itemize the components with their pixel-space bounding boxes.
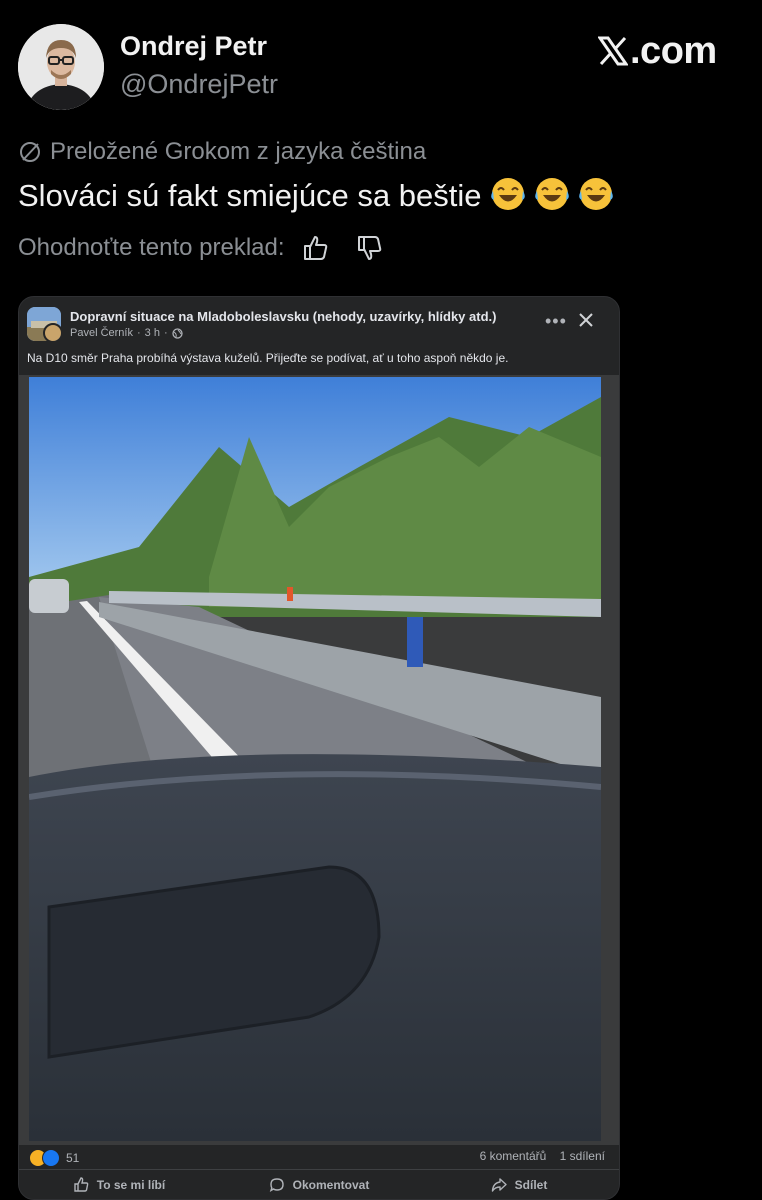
share-button[interactable]: Sdílet (419, 1170, 619, 1199)
post-photo[interactable] (19, 375, 619, 1145)
post-meta: Pavel Černík · 3 h · (70, 327, 183, 339)
translated-label: Preložené Grokom z jazyka čeština (50, 138, 427, 165)
x-logo-domain: .com (630, 29, 717, 72)
translated-by-grok[interactable]: Preložené Grokom z jazyka čeština (18, 138, 426, 166)
post-time[interactable]: 3 h (145, 327, 160, 339)
laughing-emoji-icon (534, 176, 570, 220)
post-caption: Na D10 směr Praha probíhá výstava kuželů… (27, 351, 509, 365)
like-icon (74, 1177, 89, 1192)
reaction-summary[interactable]: 51 (29, 1149, 79, 1167)
comment-button[interactable]: Okomentovat (219, 1170, 419, 1199)
author-avatar-small (43, 323, 61, 341)
translate-icon (20, 142, 40, 162)
author-handle[interactable]: @OndrejPetr (120, 69, 278, 100)
like-reaction-icon (42, 1149, 60, 1167)
comment-count[interactable]: 6 komentářů (480, 1149, 547, 1163)
tweet-text: Slováci sú fakt smiejúce sa beštie (18, 176, 614, 220)
more-options-button[interactable]: ••• (545, 311, 567, 332)
share-label: Sdílet (514, 1178, 548, 1192)
highway-photo (29, 377, 601, 1141)
rate-label: Ohodnoťte tento preklad: (18, 234, 285, 261)
thumbs-up-icon[interactable] (301, 234, 329, 262)
like-button[interactable]: To se mi líbí (19, 1170, 219, 1199)
author-name[interactable]: Ondrej Petr (120, 31, 267, 62)
close-icon[interactable] (579, 313, 593, 332)
author-avatar[interactable] (18, 24, 104, 110)
share-icon (491, 1178, 507, 1192)
rate-translation: Ohodnoťte tento preklad: (18, 234, 383, 262)
like-label: To se mi líbí (96, 1178, 166, 1192)
group-avatar (27, 307, 61, 341)
meta-separator: · (136, 327, 141, 339)
post-stats: 6 komentářů 1 sdílení (480, 1149, 605, 1163)
tweet-text-content: Slováci sú fakt smiejúce sa beštie (18, 178, 482, 213)
laughing-emoji-icon (490, 176, 526, 220)
share-count[interactable]: 1 sdílení (560, 1149, 605, 1163)
post-actions: To se mi líbí Okomentovat Sdílet (19, 1169, 619, 1199)
comment-label: Okomentovat (292, 1178, 370, 1192)
meta-separator: · (163, 327, 168, 339)
facebook-post-screenshot[interactable]: Dopravní situace na Mladoboleslavsku (ne… (18, 296, 620, 1200)
post-author[interactable]: Pavel Černík (70, 327, 133, 339)
reaction-count: 51 (66, 1151, 80, 1165)
x-logo-icon (598, 36, 628, 66)
thumbs-down-icon[interactable] (355, 234, 383, 262)
x-logo: .com (598, 30, 717, 72)
group-name[interactable]: Dopravní situace na Mladoboleslavsku (ne… (70, 309, 496, 324)
comment-icon (269, 1178, 284, 1193)
laughing-emoji-icon (578, 176, 614, 220)
globe-icon (171, 327, 183, 339)
